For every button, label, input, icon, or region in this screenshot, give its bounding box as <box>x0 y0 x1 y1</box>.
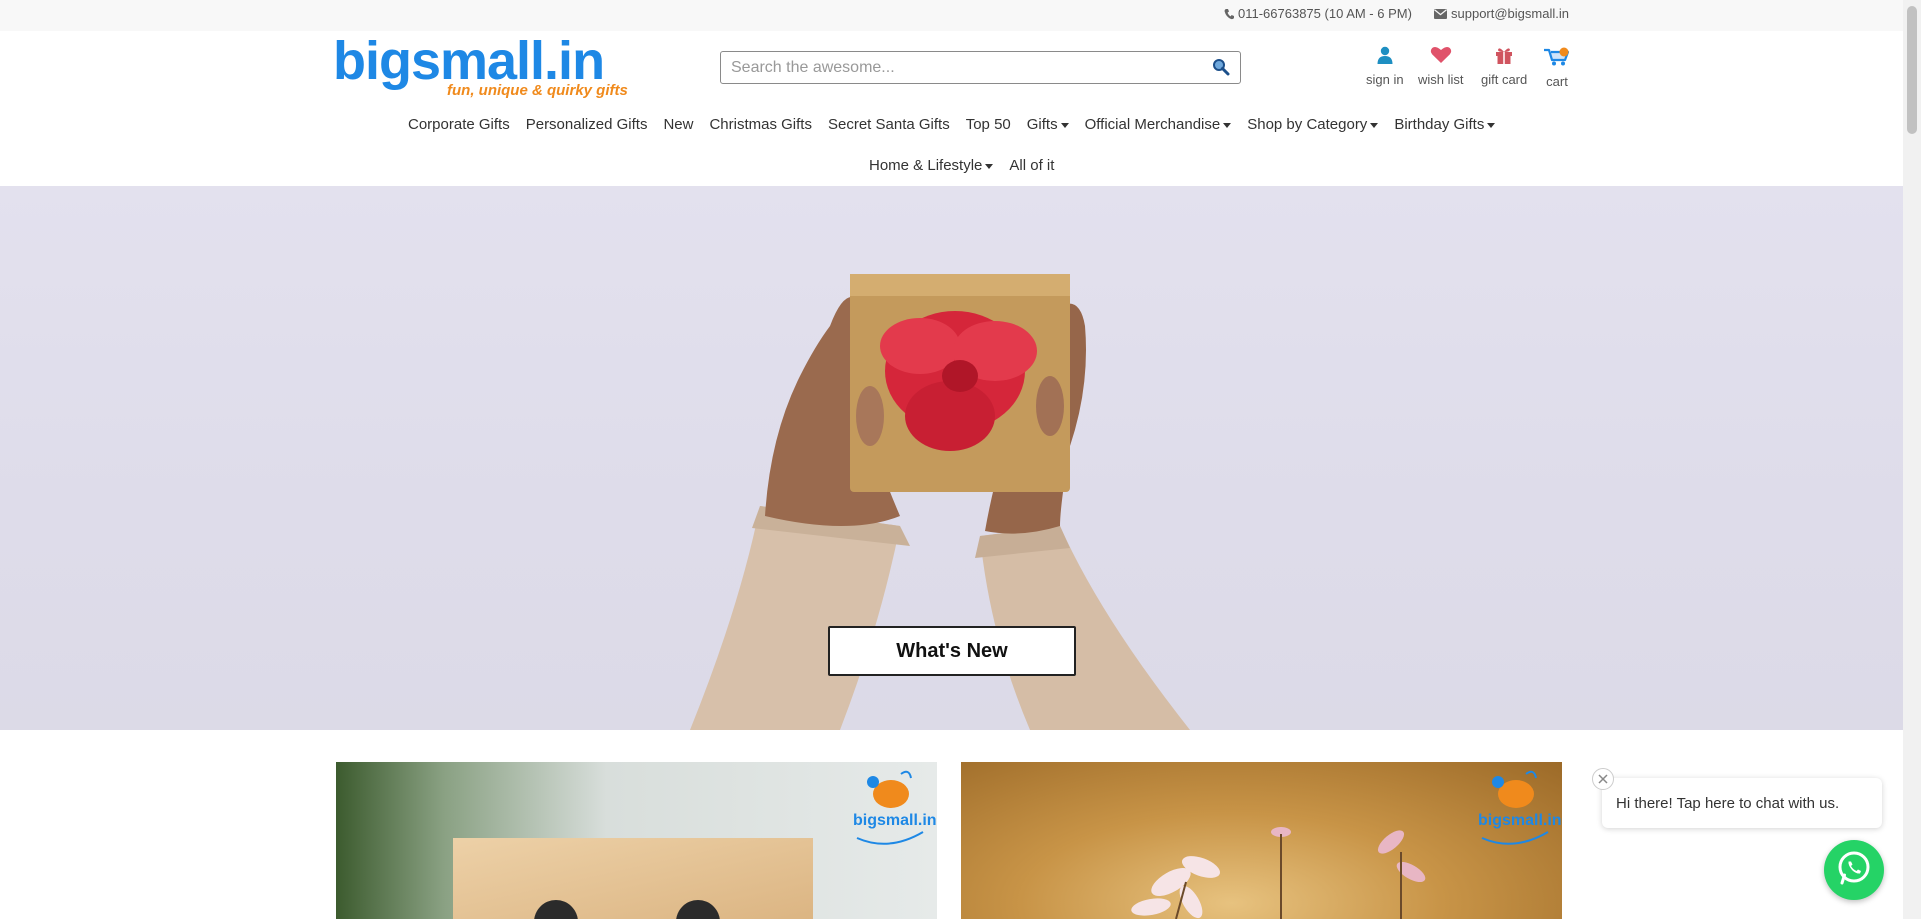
search-input[interactable] <box>731 53 1201 82</box>
whatsapp-icon <box>1836 850 1872 891</box>
caret-down-icon <box>1060 122 1069 128</box>
scrollbar-thumb[interactable] <box>1907 6 1917 134</box>
promo-card-decor[interactable]: bigsmall.in <box>961 762 1562 919</box>
nav-item-label: Secret Santa Gifts <box>827 116 950 133</box>
card-brand-text: bigsmall.in <box>1478 812 1562 829</box>
chat-prompt-bubble[interactable]: Hi there! Tap here to chat with us. <box>1602 778 1882 828</box>
phone-number: 011-66763875 (10 AM - 6 PM) <box>1238 6 1412 21</box>
nav-item-official-merchandise[interactable]: Official Merchandise <box>1077 112 1240 137</box>
email-contact[interactable]: support@bigsmall.in <box>1434 6 1569 21</box>
logo-tagline: fun, unique & quirky gifts <box>447 82 628 99</box>
search-icon[interactable] <box>1212 58 1230 81</box>
nav-item-personalized-gifts[interactable]: Personalized Gifts <box>518 112 656 137</box>
nav-item-all-of-it[interactable]: All of it <box>1001 153 1062 178</box>
nav-item-label: New <box>663 116 694 133</box>
cart-link[interactable]: cart <box>1543 46 1571 89</box>
promo-card-personalized[interactable]: bigsmall.in <box>336 762 937 919</box>
nav-item-corporate-gifts[interactable]: Corporate Gifts <box>400 112 518 137</box>
whats-new-button[interactable]: What's New <box>828 626 1076 676</box>
wish-list-label: wish list <box>1418 72 1464 87</box>
envelope-icon <box>1434 8 1447 19</box>
caret-down-icon <box>1487 122 1496 128</box>
gift-icon <box>1495 46 1513 67</box>
promo-card-image <box>1131 827 1426 919</box>
gift-card-label: gift card <box>1481 72 1528 87</box>
close-icon[interactable] <box>1592 768 1614 790</box>
email-address: support@bigsmall.in <box>1451 6 1569 21</box>
wish-list-link[interactable]: wish list <box>1418 46 1464 87</box>
nav-item-label: Gifts <box>1026 116 1058 133</box>
nav-item-label: Top 50 <box>965 116 1011 133</box>
chat-prompt-text: Hi there! Tap here to chat with us. <box>1616 794 1840 812</box>
nav-item-label: Personalized Gifts <box>525 116 648 133</box>
nav-item-label: Home & Lifestyle <box>869 157 983 174</box>
nav-item-gifts[interactable]: Gifts <box>1019 112 1077 137</box>
nav-item-christmas-gifts[interactable]: Christmas Gifts <box>701 112 820 137</box>
nav-item-new[interactable]: New <box>655 112 701 137</box>
top-contact-bar: 011-66763875 (10 AM - 6 PM) support@bigs… <box>0 0 1903 31</box>
caret-down-icon <box>1223 122 1232 128</box>
phone-contact[interactable]: 011-66763875 (10 AM - 6 PM) <box>1224 6 1412 21</box>
caret-down-icon <box>985 163 994 169</box>
nav-item-label: Corporate Gifts <box>408 116 510 133</box>
nav-item-label: Official Merchandise <box>1084 116 1221 133</box>
card-brand-logo: bigsmall.in <box>1476 768 1562 848</box>
cart-label: cart <box>1546 74 1568 89</box>
user-icon <box>1377 46 1393 67</box>
search-box <box>720 51 1241 84</box>
logo-wordmark: bigsmall.in <box>333 31 605 91</box>
promo-card-image <box>453 838 813 919</box>
nav-item-label: All of it <box>1009 157 1055 174</box>
nav-item-label: Shop by Category <box>1247 116 1368 133</box>
nav-item-home-lifestyle[interactable]: Home & Lifestyle <box>861 153 1001 178</box>
nav-item-secret-santa-gifts[interactable]: Secret Santa Gifts <box>820 112 958 137</box>
card-brand-text: bigsmall.in <box>853 812 937 829</box>
sign-in-label: sign in <box>1366 72 1404 87</box>
cart-icon <box>1543 46 1571 69</box>
nav-item-label: Birthday Gifts <box>1394 116 1485 133</box>
phone-icon <box>1224 8 1234 20</box>
site-logo[interactable]: bigsmall.in fun, unique & quirky gifts <box>333 31 628 102</box>
hero-banner[interactable]: What's New <box>0 186 1903 730</box>
nav-item-label: Christmas Gifts <box>709 116 812 133</box>
nav-item-shop-by-category[interactable]: Shop by Category <box>1239 112 1386 137</box>
heart-icon <box>1430 46 1452 67</box>
caret-down-icon <box>1370 122 1379 128</box>
nav-item-top-50[interactable]: Top 50 <box>958 112 1019 137</box>
nav-item-birthday-gifts[interactable]: Birthday Gifts <box>1386 112 1503 137</box>
nav-row-secondary: Home & Lifestyle All of it <box>861 153 1062 178</box>
whatsapp-chat-button[interactable] <box>1824 840 1884 900</box>
gift-card-link[interactable]: gift card <box>1481 46 1527 87</box>
card-brand-logo: bigsmall.in <box>851 768 937 848</box>
page-scrollbar[interactable] <box>1903 0 1921 919</box>
nav-row-primary: Corporate Gifts Personalized Gifts New C… <box>400 112 1503 137</box>
sign-in-link[interactable]: sign in <box>1366 46 1404 87</box>
